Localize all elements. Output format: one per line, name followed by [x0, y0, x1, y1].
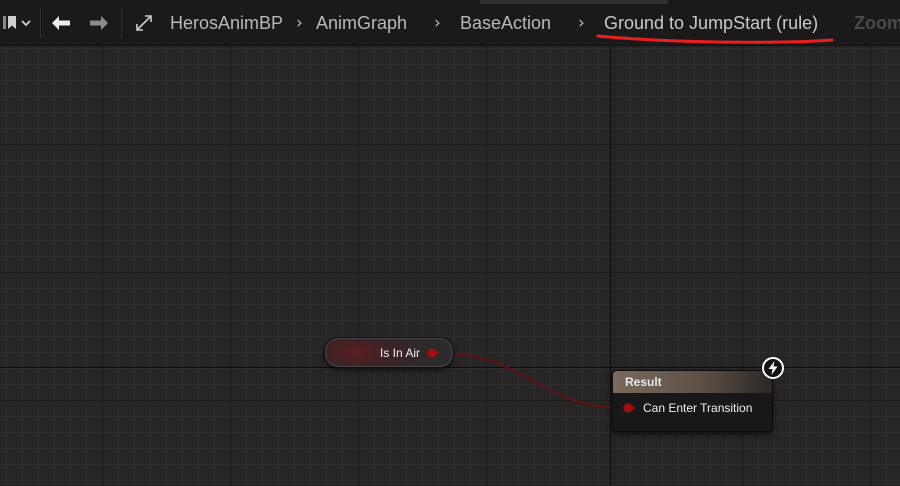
is-in-air-label: Is In Air	[379, 346, 420, 360]
annotation-underline-mark	[596, 34, 834, 44]
bool-output-pin-icon[interactable]	[427, 348, 439, 358]
result-node[interactable]: Result Can Enter Transition	[612, 370, 773, 432]
result-node-header: Result	[613, 371, 772, 393]
is-in-air-node[interactable]: Is In Air	[324, 337, 454, 368]
lightning-bolt-icon	[762, 357, 784, 379]
result-node-title: Result	[625, 375, 662, 389]
can-enter-transition-label: Can Enter Transition	[643, 401, 753, 415]
bool-input-pin-icon[interactable]	[623, 403, 637, 413]
graph-canvas[interactable]: Is In Air Result Can Enter Transition	[0, 0, 900, 486]
